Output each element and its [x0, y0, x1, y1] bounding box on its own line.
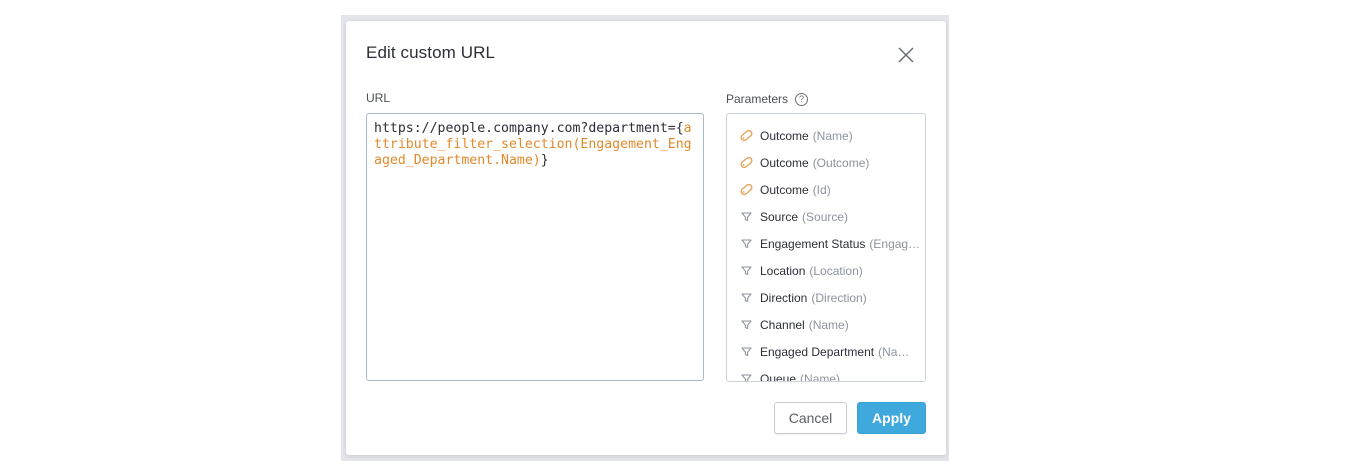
cancel-button[interactable]: Cancel [774, 402, 847, 434]
parameters-label-text: Parameters [726, 91, 789, 106]
parameter-name: Outcome [760, 182, 809, 197]
parameter-source: (Na… [878, 344, 910, 359]
attribute-label-icon [739, 182, 754, 197]
parameter-name: Engaged Department [760, 344, 875, 359]
parameter-source: (Engag… [869, 236, 921, 251]
filter-icon [739, 371, 754, 381]
parameter-item[interactable]: Engagement Status (Engag… [727, 230, 925, 257]
parameter-source: (Name) [812, 128, 853, 143]
parameter-source: (Source) [802, 209, 849, 224]
filter-icon [739, 317, 754, 332]
url-input[interactable]: https://people.company.com?department={a… [366, 113, 704, 381]
parameter-item[interactable]: Location (Location) [727, 257, 925, 284]
parameters-label: Parameters ? [726, 91, 809, 106]
parameters-list[interactable]: Outcome (Name) Outcome (Outcome) Outcome (Id)… [726, 113, 926, 382]
url-close-brace: } [540, 153, 549, 168]
filter-icon [739, 344, 754, 359]
parameters-list-scroll: Outcome (Name) Outcome (Outcome) Outcome (Id)… [727, 122, 925, 382]
filter-icon [739, 263, 754, 278]
attribute-label-icon [739, 155, 754, 170]
parameter-item[interactable]: Outcome (Name) [727, 122, 925, 149]
parameter-source: (Location) [809, 263, 863, 278]
apply-button[interactable]: Apply [857, 402, 926, 434]
parameter-item[interactable]: Outcome (Id) [727, 176, 925, 203]
filter-icon [739, 236, 754, 251]
parameter-name: Channel [760, 317, 805, 332]
attribute-label-icon [739, 128, 754, 143]
filter-icon [739, 209, 754, 224]
parameter-item[interactable]: Outcome (Outcome) [727, 149, 925, 176]
url-open-brace: { [675, 121, 684, 136]
parameter-item[interactable]: Direction (Direction) [727, 284, 925, 311]
parameter-name: Direction [760, 290, 808, 305]
url-label: URL [366, 91, 391, 105]
parameter-source: (Id) [812, 182, 831, 197]
parameter-source: (Name) [800, 371, 841, 382]
dialog-title: Edit custom URL [366, 43, 496, 62]
parameter-item[interactable]: Queue (Name) [727, 365, 925, 382]
parameter-name: Engagement Status [760, 236, 866, 251]
help-icon[interactable]: ? [795, 93, 809, 106]
parameter-source: (Outcome) [812, 155, 870, 170]
parameter-name: Location [760, 263, 806, 278]
parameter-name: Source [760, 209, 799, 224]
parameter-name: Outcome [760, 155, 809, 170]
parameter-item[interactable]: Engaged Department (Na… [727, 338, 925, 365]
parameter-name: Outcome [760, 128, 809, 143]
close-icon[interactable] [894, 43, 918, 67]
url-plain-text: https://people.company.com?department= [374, 121, 676, 136]
filter-icon [739, 290, 754, 305]
parameter-item[interactable]: Channel (Name) [727, 311, 925, 338]
edit-custom-url-dialog: Edit custom URL URL Parameters ? https:/… [346, 21, 946, 455]
parameter-source: (Name) [808, 317, 849, 332]
parameter-source: (Direction) [811, 290, 867, 305]
parameter-item[interactable]: Source (Source) [727, 203, 925, 230]
parameter-name: Queue [760, 371, 797, 382]
